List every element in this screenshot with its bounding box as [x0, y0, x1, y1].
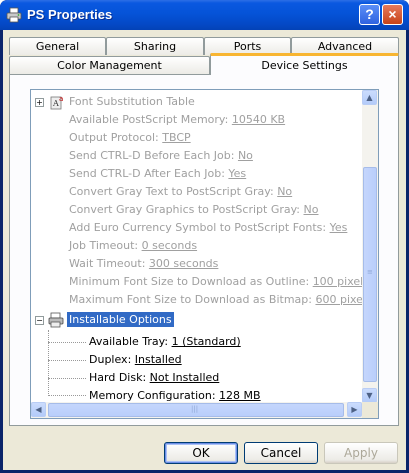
tree-item-max-font-bitmap[interactable]: Maximum Font Size to Download as Bitmap:… [69, 291, 378, 309]
tree-item-value[interactable]: 10540 KB [232, 113, 285, 126]
scroll-right-icon[interactable]: ▶ [347, 402, 362, 417]
tree-item-label: Font Substitution Table [69, 95, 195, 108]
tab-device-settings[interactable]: Device Settings [210, 53, 399, 75]
tree-item-label: Maximum Font Size to Download as Bitmap: [69, 293, 316, 306]
printer-options-icon [48, 312, 64, 328]
tree-item-label: Installable Options [67, 312, 174, 327]
tree-item-ctrl-d-after[interactable]: Send CTRL-D After Each Job: Yes [69, 165, 246, 183]
collapse-installable-options-icon[interactable]: − [35, 316, 44, 325]
device-settings-panel: + A a Font Substitution Table Available … [9, 74, 399, 426]
tree-item-value[interactable]: No [277, 185, 292, 198]
tab-general[interactable]: General [9, 37, 106, 55]
ok-button[interactable]: OK [164, 442, 238, 464]
tree-item-label: Minimum Font Size to Download as Outline… [69, 275, 313, 288]
close-button[interactable]: × [382, 4, 403, 25]
tree-item-value[interactable]: No [238, 149, 253, 162]
tree-item-duplex[interactable]: Duplex: Installed [89, 351, 182, 369]
tree-item-label: Duplex: [89, 353, 135, 366]
tree-item-value[interactable]: Yes [330, 221, 348, 234]
tree-guide-line [48, 342, 86, 343]
tree-item-label: Output Protocol: [69, 131, 163, 144]
tree-item-value[interactable]: 128 MB [219, 389, 261, 402]
cancel-button[interactable]: Cancel [244, 442, 318, 464]
tab-sharing[interactable]: Sharing [106, 37, 204, 55]
tree-item-value[interactable]: Installed [135, 353, 182, 366]
horizontal-scroll-thumb[interactable]: ||| [48, 403, 344, 417]
horizontal-scrollbar[interactable]: ◀ ||| ▶ [31, 402, 362, 418]
tree-item-hard-disk[interactable]: Hard Disk: Not Installed [89, 369, 219, 387]
tree-item-installable-options[interactable]: Installable Options [67, 311, 174, 329]
tree-item-value[interactable]: 0 seconds [142, 239, 197, 252]
tree-item-convert-gray-text[interactable]: Convert Gray Text to PostScript Gray: No [69, 183, 292, 201]
tree-item-value[interactable]: Yes [228, 167, 246, 180]
tree-item-value[interactable]: TBCP [162, 131, 190, 144]
help-button[interactable]: ? [359, 4, 380, 25]
tree-item-label: Available Tray: [89, 335, 172, 348]
tree-item-ctrl-d-before[interactable]: Send CTRL-D Before Each Job: No [69, 147, 253, 165]
tree-item-label: Available PostScript Memory: [69, 113, 232, 126]
tree-item-available-tray[interactable]: Available Tray: 1 (Standard) [89, 333, 241, 351]
title-bar[interactable]: PS Properties ? × [0, 0, 409, 30]
tree-item-value[interactable]: 300 seconds [149, 257, 218, 270]
tree-guide-line [48, 395, 86, 396]
dialog-body: General Sharing Ports Advanced Color Man… [3, 30, 406, 470]
font-table-icon: A a [50, 95, 63, 110]
vertical-scroll-thumb[interactable]: ≡ [363, 167, 377, 382]
printer-icon [6, 7, 22, 23]
scroll-up-icon[interactable]: ▲ [362, 90, 377, 105]
grip-icon: ≡ [367, 268, 373, 276]
tree-item-label: Send CTRL-D Before Each Job: [69, 149, 238, 162]
scroll-left-icon[interactable]: ◀ [31, 402, 46, 417]
tree-item-euro-symbol[interactable]: Add Euro Currency Symbol to PostScript F… [69, 219, 347, 237]
tree-item-postscript-memory[interactable]: Available PostScript Memory: 10540 KB [69, 111, 285, 129]
tree-guide-line [48, 360, 86, 361]
grip-icon: ||| [191, 405, 199, 413]
tree-item-value[interactable]: 1 (Standard) [172, 335, 241, 348]
tree-item-value[interactable]: No [304, 203, 319, 216]
svg-text:A: A [52, 99, 59, 108]
tree-item-font-substitution[interactable]: Font Substitution Table [69, 93, 195, 111]
tree-item-label: Hard Disk: [89, 371, 150, 384]
tree-item-label: Convert Gray Text to PostScript Gray: [69, 185, 278, 198]
tree-item-label: Memory Configuration: [89, 389, 220, 402]
tree-item-value[interactable]: Not Installed [150, 371, 220, 384]
expand-font-substitution-icon[interactable]: + [35, 98, 44, 107]
tree-guide-line [48, 378, 86, 379]
tree-item-output-protocol[interactable]: Output Protocol: TBCP [69, 129, 191, 147]
tree-item-label: Convert Gray Graphics to PostScript Gray… [69, 203, 304, 216]
window-title: PS Properties [27, 7, 113, 22]
scroll-corner [362, 402, 378, 418]
tree-item-label: Wait Timeout: [69, 257, 149, 270]
tree-item-job-timeout[interactable]: Job Timeout: 0 seconds [69, 237, 197, 255]
settings-tree[interactable]: + A a Font Substitution Table Available … [30, 89, 379, 419]
properties-window: PS Properties ? × General Sharing Ports … [0, 0, 409, 473]
vertical-scrollbar[interactable]: ▲ ≡ ▼ [362, 90, 378, 403]
tree-item-min-font-outline[interactable]: Minimum Font Size to Download as Outline… [69, 273, 378, 291]
tree-item-convert-gray-graphics[interactable]: Convert Gray Graphics to PostScript Gray… [69, 201, 318, 219]
tab-color-management[interactable]: Color Management [9, 56, 210, 74]
tree-item-wait-timeout[interactable]: Wait Timeout: 300 seconds [69, 255, 218, 273]
tree-item-label: Add Euro Currency Symbol to PostScript F… [69, 221, 330, 234]
apply-button[interactable]: Apply [324, 442, 398, 464]
svg-text:a: a [59, 95, 63, 103]
scroll-down-icon[interactable]: ▼ [362, 388, 377, 403]
tree-guide-line [48, 330, 49, 394]
tree-item-label: Send CTRL-D After Each Job: [69, 167, 229, 180]
tree-item-label: Job Timeout: [69, 239, 142, 252]
